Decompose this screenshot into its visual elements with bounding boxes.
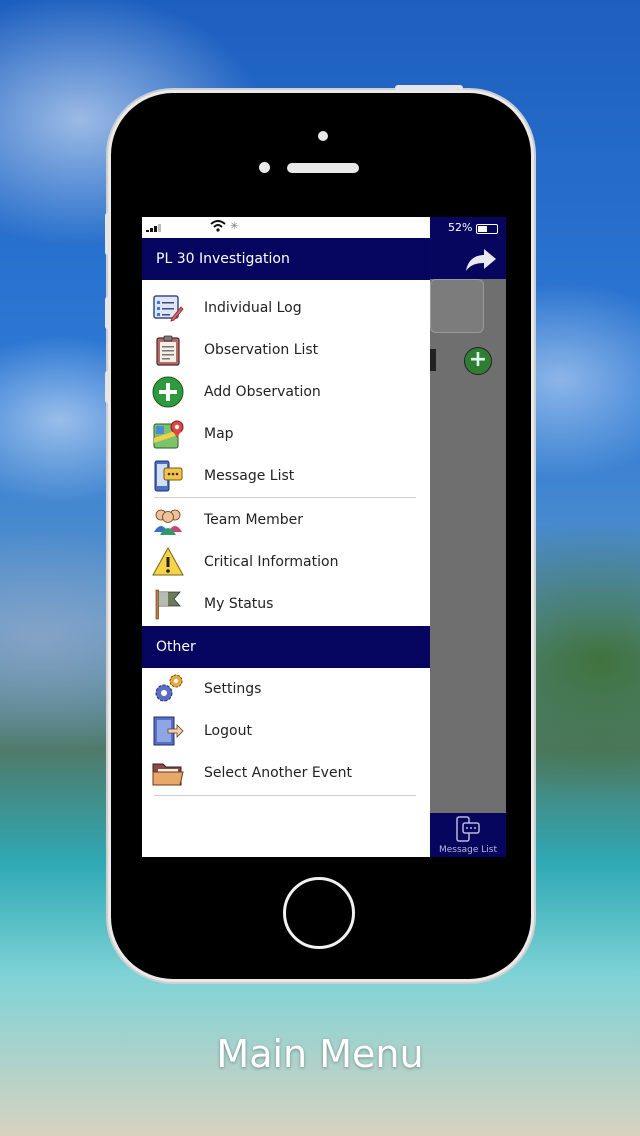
message-list-tab-icon xyxy=(456,816,480,842)
menu-item-label: Select Another Event xyxy=(204,765,352,781)
folder-icon xyxy=(152,763,184,786)
background-tab-message-list[interactable]: Message List xyxy=(430,813,506,857)
menu-item-settings[interactable]: Settings xyxy=(142,668,430,710)
battery-icon xyxy=(476,224,498,234)
signal-icon xyxy=(146,224,161,232)
menu-item-label: Map xyxy=(204,426,234,442)
warning-icon xyxy=(152,546,184,576)
background-add-icon: + xyxy=(464,347,492,375)
section-header-other: Other xyxy=(142,626,430,668)
phone-frame: 52% + Message List ✳ PL 30 Investigation… xyxy=(105,85,531,979)
team-icon xyxy=(154,509,182,535)
menu-item-label: Critical Information xyxy=(204,554,339,570)
map-icon xyxy=(153,420,184,449)
background-divider xyxy=(430,349,436,371)
menu-item-label: Add Observation xyxy=(204,384,321,400)
flag-icon xyxy=(155,589,181,620)
gears-icon xyxy=(155,674,183,702)
battery-percentage: 52% xyxy=(448,221,473,234)
clipboard-icon xyxy=(156,335,180,366)
menu-item-individual-log[interactable]: Individual Log xyxy=(142,287,430,329)
menu-item-label: Observation List xyxy=(204,342,319,358)
menu-divider xyxy=(154,795,416,796)
drawer-header-title: PL 30 Investigation xyxy=(142,238,430,280)
menu-item-map[interactable]: Map xyxy=(142,413,430,455)
wifi-icon xyxy=(210,220,226,232)
logout-icon xyxy=(153,716,184,746)
menu-item-label: My Status xyxy=(204,596,274,612)
front-camera xyxy=(318,131,328,141)
page-caption: Main Menu xyxy=(216,1032,424,1076)
menu-item-team-member[interactable]: Team Member xyxy=(142,499,430,541)
proximity-sensor xyxy=(259,162,270,173)
menu-item-observation-list[interactable]: Observation List xyxy=(142,329,430,371)
message-phone-icon xyxy=(154,460,183,492)
individual-log-icon xyxy=(153,295,184,322)
menu-item-label: Settings xyxy=(204,681,262,697)
menu-divider xyxy=(154,497,416,498)
home-button[interactable] xyxy=(283,877,355,949)
menu-item-my-status[interactable]: My Status xyxy=(142,583,430,625)
menu-item-select-another-event[interactable]: Select Another Event xyxy=(142,752,430,794)
menu-item-label: Team Member xyxy=(204,512,304,528)
navigation-drawer: ✳ PL 30 Investigation Individual Log Obs… xyxy=(142,217,430,857)
share-icon[interactable] xyxy=(462,245,498,273)
menu-item-add-observation[interactable]: Add Observation xyxy=(142,371,430,413)
menu-item-label: Individual Log xyxy=(204,300,302,316)
phone-mute-switch xyxy=(105,213,110,255)
menu-item-label: Logout xyxy=(204,723,252,739)
earpiece-speaker xyxy=(287,163,359,173)
phone-volume-down xyxy=(105,371,110,403)
menu-item-critical-information[interactable]: Critical Information xyxy=(142,541,430,583)
activity-spinner-icon: ✳ xyxy=(230,221,239,232)
add-circle-icon xyxy=(152,376,184,408)
background-input-field xyxy=(430,279,484,333)
phone-screen: 52% + Message List ✳ PL 30 Investigation… xyxy=(142,217,506,857)
menu-item-message-list[interactable]: Message List xyxy=(142,455,430,497)
menu-item-logout[interactable]: Logout xyxy=(142,710,430,752)
menu-item-label: Message List xyxy=(204,468,295,484)
phone-volume-up xyxy=(105,297,110,329)
phone-top-button xyxy=(395,85,463,91)
bottom-tab-label: Message List xyxy=(438,845,498,855)
status-bar: ✳ xyxy=(142,217,430,237)
